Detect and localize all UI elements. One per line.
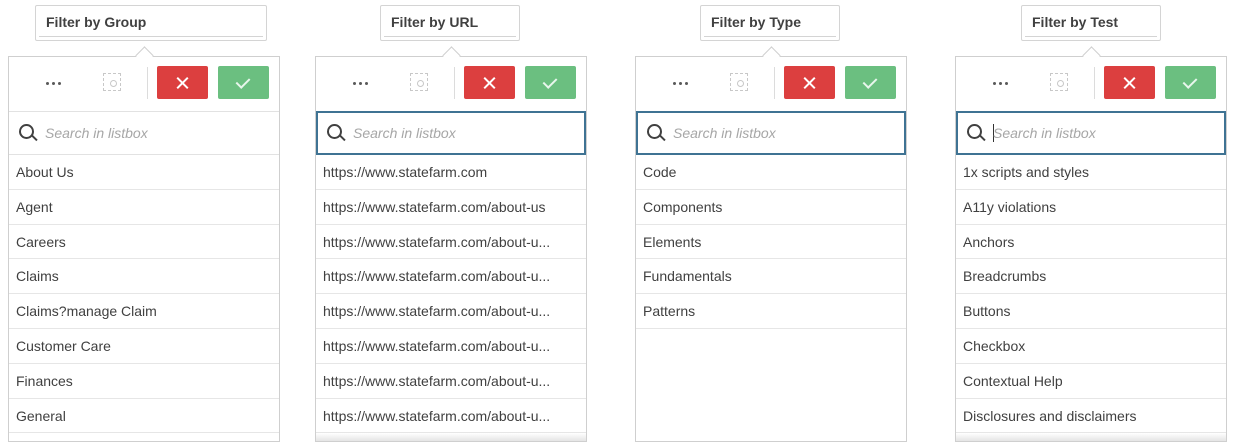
listbox-items: About Us Agent Careers Claims Claims?man… (9, 155, 279, 434)
list-item[interactable]: Patterns (636, 294, 906, 329)
scroll-fade (956, 433, 1226, 441)
filter-title: Filter by Test (1032, 14, 1119, 30)
cancel-selection-button[interactable] (1104, 66, 1155, 99)
listbox-popover: https://www.statefarm.com https://www.st… (315, 56, 587, 442)
search-icon (967, 124, 982, 139)
filter-panel-url: Filter by URL https://www.statefarm.com … (315, 0, 587, 443)
more-options-button[interactable] (658, 67, 702, 99)
confirm-selection-button[interactable] (525, 66, 576, 99)
filter-panel-test: Filter by Test 1x scripts and styles A11… (955, 0, 1227, 443)
search-input[interactable] (993, 113, 1218, 153)
list-item[interactable]: Anchors (956, 225, 1226, 260)
list-item[interactable]: General (9, 399, 279, 434)
toolbar-divider (147, 67, 148, 99)
list-item[interactable]: Checkbox (956, 329, 1226, 364)
more-icon (45, 81, 49, 85)
search-icon (327, 124, 342, 139)
search-box (316, 111, 586, 155)
list-item[interactable]: 1x scripts and styles (956, 155, 1226, 190)
list-item[interactable]: Customer Care (9, 329, 279, 364)
confirm-selection-button[interactable] (218, 66, 269, 99)
cancel-selection-button[interactable] (157, 66, 208, 99)
search-icon (647, 124, 662, 139)
list-item[interactable]: About Us (9, 155, 279, 190)
listbox-popover: Code Components Elements Fundamentals Pa… (635, 56, 907, 442)
list-item[interactable]: https://www.statefarm.com/about-us (316, 190, 586, 225)
selection-tool-icon[interactable] (410, 73, 428, 91)
search-input[interactable] (673, 113, 898, 153)
list-item[interactable]: https://www.statefarm.com/about-u... (316, 259, 586, 295)
listbox-items: 1x scripts and styles A11y violations An… (956, 155, 1226, 434)
search-box (9, 111, 279, 155)
list-item[interactable]: Claims?manage Claim (9, 294, 279, 329)
list-item[interactable]: https://www.statefarm.com/about-u... (316, 225, 586, 260)
listbox-popover: About Us Agent Careers Claims Claims?man… (8, 56, 280, 442)
list-item[interactable]: Elements (636, 225, 906, 260)
more-icon (992, 81, 996, 85)
more-options-button[interactable] (31, 67, 75, 99)
filter-tab-url[interactable]: Filter by URL (380, 5, 520, 41)
filter-title: Filter by Type (711, 14, 801, 30)
list-item[interactable]: https://www.statefarm.com/about-u... (316, 364, 586, 399)
list-item[interactable]: https://www.statefarm.com (316, 155, 586, 190)
filter-title: Filter by Group (46, 14, 147, 30)
selection-tool-icon[interactable] (103, 73, 121, 91)
filter-tab-group[interactable]: Filter by Group (35, 5, 267, 41)
list-item[interactable]: A11y violations (956, 190, 1226, 225)
list-item[interactable]: Code (636, 155, 906, 190)
scroll-fade (316, 433, 586, 441)
filter-panel-type: Filter by Type Code Components Elements … (635, 0, 907, 443)
filter-title: Filter by URL (391, 14, 479, 30)
listbox-popover: 1x scripts and styles A11y violations An… (955, 56, 1227, 442)
list-item[interactable]: Contextual Help (956, 364, 1226, 399)
list-item[interactable]: Disclosures and disclaimers (956, 399, 1226, 434)
cancel-selection-button[interactable] (784, 66, 835, 99)
toolbar-divider (454, 67, 455, 99)
listbox-items: Code Components Elements Fundamentals Pa… (636, 155, 906, 329)
listbox-items: https://www.statefarm.com https://www.st… (316, 155, 586, 434)
selection-tool-icon[interactable] (1050, 73, 1068, 91)
search-icon (19, 124, 34, 139)
more-icon (352, 81, 356, 85)
list-item[interactable]: Components (636, 190, 906, 225)
list-item[interactable]: https://www.statefarm.com/about-u... (316, 329, 586, 364)
list-item[interactable]: Fundamentals (636, 259, 906, 295)
list-item[interactable]: https://www.statefarm.com/about-u... (316, 294, 586, 329)
list-item[interactable]: Claims (9, 259, 279, 295)
list-item[interactable]: Agent (9, 190, 279, 225)
search-input[interactable] (45, 112, 270, 154)
search-box (956, 111, 1226, 155)
toolbar-divider (1094, 67, 1095, 99)
more-options-button[interactable] (978, 67, 1022, 99)
search-box (636, 111, 906, 155)
filter-tab-type[interactable]: Filter by Type (700, 5, 840, 41)
list-item[interactable]: Breadcrumbs (956, 259, 1226, 295)
list-item[interactable]: Finances (9, 364, 279, 399)
confirm-selection-button[interactable] (1165, 66, 1216, 99)
search-input[interactable] (353, 113, 578, 153)
more-icon (672, 81, 676, 85)
selection-tool-icon[interactable] (730, 73, 748, 91)
list-item[interactable]: Buttons (956, 294, 1226, 329)
confirm-selection-button[interactable] (845, 66, 896, 99)
list-item[interactable]: https://www.statefarm.com/about-u... (316, 399, 586, 434)
list-item[interactable]: Careers (9, 225, 279, 260)
filter-panel-group: Filter by Group About Us Agent Careers C… (8, 0, 280, 443)
cancel-selection-button[interactable] (464, 66, 515, 99)
more-options-button[interactable] (338, 67, 382, 99)
toolbar-divider (774, 67, 775, 99)
filter-tab-test[interactable]: Filter by Test (1021, 5, 1161, 41)
